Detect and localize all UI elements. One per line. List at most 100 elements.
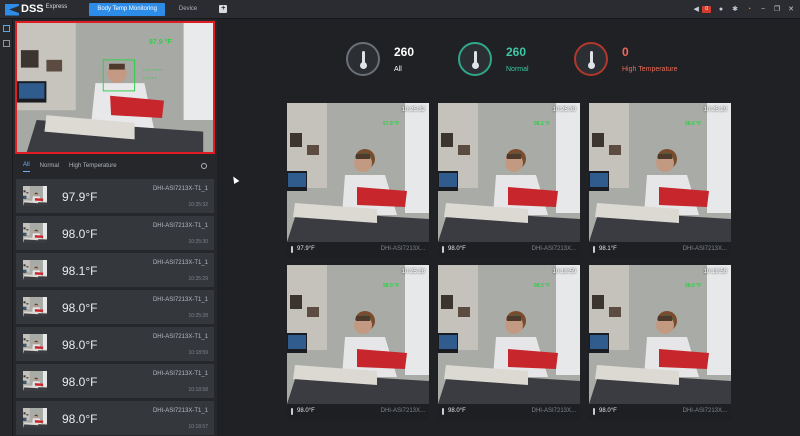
svg-text:•••••••: •••••••: [142, 69, 163, 74]
snapshot-scene: [438, 265, 580, 404]
snapshot-temperature: 98.0°F: [599, 408, 617, 414]
record-list-item[interactable]: 98.0°F DHI-ASI7213X-T1_1 10:25:30: [16, 216, 214, 250]
record-device: DHI-ASI7213X-T1_1: [152, 186, 208, 192]
filter-tab-all[interactable]: All: [23, 162, 30, 172]
record-list-item[interactable]: 98.0°F DHI-ASI7213X-T1_1 10:18:59: [16, 327, 214, 361]
user-icon[interactable]: ●: [717, 6, 725, 14]
snapshot-scene: [23, 186, 47, 206]
snapshot-time: 10:25:30: [552, 107, 576, 113]
record-temperature: 98.0°F: [62, 301, 98, 315]
snapshot-device: DHI-ASI7213X...: [531, 246, 576, 252]
restore-icon[interactable]: ❐: [773, 6, 781, 14]
snapshot-scene: [589, 265, 731, 404]
snapshot-image: 98.0 °F: [589, 103, 731, 242]
main-area: 260 All 260 Normal 0 High Temperature 97…: [217, 19, 800, 436]
thermometer-gauge-icon: [458, 42, 492, 76]
svg-text:•••••: •••••: [142, 76, 157, 81]
snapshot-device: DHI-ASI7213X...: [531, 408, 576, 414]
snapshot-temp-overlay: 98.0 °F: [685, 283, 702, 289]
record-device: DHI-ASI7213X-T1_1: [152, 297, 208, 303]
filter-tab-normal[interactable]: Normal: [40, 163, 59, 172]
snapshot-temp-overlay: 98.0 °F: [534, 283, 551, 289]
tab-device[interactable]: Device: [171, 3, 205, 16]
stat-high-label: High Temperature: [622, 66, 678, 73]
list-view-icon[interactable]: [3, 40, 10, 47]
snapshot-time: 10:25:32: [401, 107, 425, 113]
minimize-icon[interactable]: −: [759, 6, 767, 14]
alarm-count-badge[interactable]: 0: [702, 6, 711, 13]
snapshot-card[interactable]: 98.0 °F 10:18:58 98.0°F DHI-ASI7213X...: [589, 265, 731, 420]
record-thumbnail: [23, 297, 47, 317]
snapshot-time: 10:25:28: [401, 269, 425, 275]
live-temp-overlay: 97.9 °F: [149, 39, 172, 46]
record-list-item[interactable]: 98.0°F DHI-ASI7213X-T1_1 10:25:28: [16, 290, 214, 324]
record-time: 10:25:28: [188, 313, 208, 319]
snapshot-scene: [23, 408, 47, 428]
snapshot-device: DHI-ASI7213X...: [682, 246, 727, 252]
snapshot-card[interactable]: 97.9 °F 10:25:32 97.9°F DHI-ASI7213X...: [287, 103, 429, 258]
snapshot-temp-overlay: 98.0 °F: [685, 121, 702, 127]
snapshot-image: 98.0 °F: [438, 265, 580, 404]
record-time: 10:25:32: [188, 202, 208, 208]
snapshot-card[interactable]: 98.0 °F 10:18:59 98.0°F DHI-ASI7213X...: [438, 265, 580, 420]
record-device: DHI-ASI7213X-T1_1: [152, 408, 208, 414]
app-subtitle: Express: [45, 3, 68, 10]
record-thumbnail: [23, 371, 47, 391]
snapshot-temp-overlay: 97.9 °F: [383, 121, 400, 127]
record-thumbnail: [23, 334, 47, 354]
snapshot-footer: 98.1°F DHI-ASI7213X...: [589, 242, 731, 258]
filter-tab-high-temperature[interactable]: High Temperature: [69, 163, 117, 172]
thermometer-icon: [593, 246, 595, 253]
snapshot-image: 98.1 °F: [438, 103, 580, 242]
alarm-icon[interactable]: ◔: [745, 6, 753, 14]
record-device: DHI-ASI7213X-T1_1: [152, 223, 208, 229]
snapshot-footer: 97.9°F DHI-ASI7213X...: [287, 242, 429, 258]
speaker-icon[interactable]: ◀: [692, 6, 700, 14]
record-device: DHI-ASI7213X-T1_1: [152, 371, 208, 377]
stat-all-label: All: [394, 66, 402, 73]
record-thumbnail: [23, 186, 47, 206]
record-list-item[interactable]: 98.0°F DHI-ASI7213X-T1_1 10:18:58: [16, 364, 214, 398]
snapshot-card[interactable]: 98.0 °F 10:25:28 98.0°F DHI-ASI7213X...: [287, 265, 429, 420]
location-pin-icon[interactable]: [201, 163, 207, 169]
snapshot-image: 97.9 °F: [287, 103, 429, 242]
snapshot-image: 98.0 °F: [589, 265, 731, 404]
stat-high-value: 0: [622, 45, 629, 59]
live-view-icon[interactable]: [3, 25, 10, 32]
snapshot-temperature: 98.1°F: [599, 246, 617, 252]
snapshot-scene: [23, 297, 47, 317]
snapshot-card[interactable]: 98.0 °F 10:25:29 98.1°F DHI-ASI7213X...: [589, 103, 731, 258]
snapshot-scene: [23, 260, 47, 280]
snapshot-device: DHI-ASI7213X...: [380, 246, 425, 252]
add-tab-button[interactable]: +: [219, 5, 228, 13]
live-video[interactable]: ••••••• ••••• 97.9 °F: [15, 21, 215, 154]
snapshot-temp-overlay: 98.1 °F: [534, 121, 551, 127]
left-panel: ••••••• ••••• 97.9 °F All Normal High Te…: [13, 19, 217, 436]
thermometer-icon: [593, 408, 595, 415]
record-thumbnail: [23, 408, 47, 428]
tab-body-temp-monitoring[interactable]: Body Temp Monitoring: [89, 2, 165, 16]
thermometer-icon: [291, 408, 293, 415]
record-time: 10:18:57: [188, 424, 208, 430]
record-list-item[interactable]: 97.9°F DHI-ASI7213X-T1_1 10:25:32: [16, 179, 214, 213]
record-temperature: 98.0°F: [62, 412, 98, 426]
record-list-item[interactable]: 98.0°F DHI-ASI7213X-T1_1 10:18:57: [16, 401, 214, 435]
snapshot-time: 10:25:29: [703, 107, 727, 113]
record-thumbnail: [23, 223, 47, 243]
snapshot-card[interactable]: 98.1 °F 10:25:30 98.0°F DHI-ASI7213X...: [438, 103, 580, 258]
app-logo: DSS Express: [0, 0, 67, 19]
record-list-item[interactable]: 98.1°F DHI-ASI7213X-T1_1 10:25:29: [16, 253, 214, 287]
app-window: { "app": { "name": "DSS", "subtitle": "E…: [0, 0, 800, 436]
snapshot-scene: [589, 103, 731, 242]
record-temperature: 98.0°F: [62, 227, 98, 241]
snapshot-time: 10:18:59: [552, 269, 576, 275]
close-icon[interactable]: ✕: [787, 6, 795, 14]
gear-icon[interactable]: ✱: [731, 6, 739, 14]
snapshot-scene: [23, 334, 47, 354]
snapshot-image: 98.0 °F: [287, 265, 429, 404]
dss-logo-icon: [5, 3, 19, 16]
record-time: 10:18:58: [188, 387, 208, 393]
stat-normal-value: 260: [506, 45, 527, 59]
snapshot-footer: 98.0°F DHI-ASI7213X...: [438, 242, 580, 258]
stat-normal-label: Normal: [506, 66, 529, 73]
